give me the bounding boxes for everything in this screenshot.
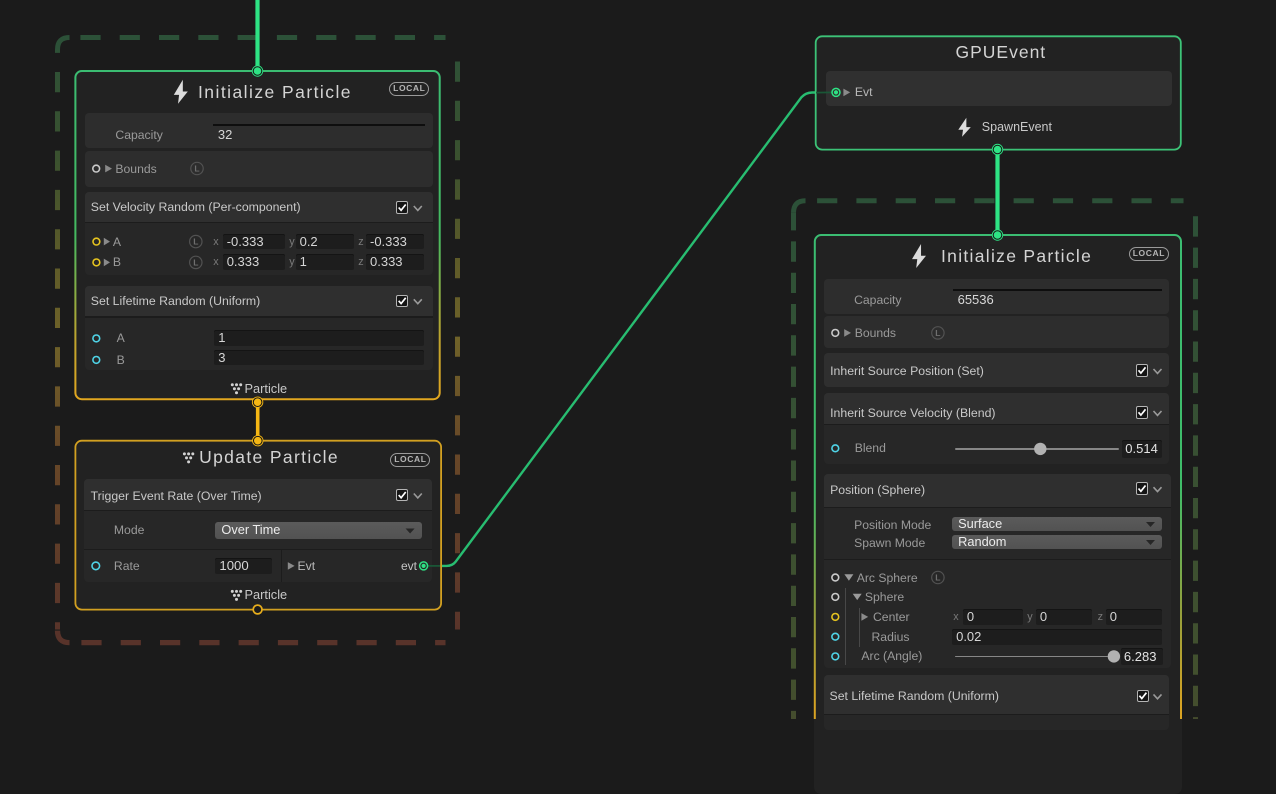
svg-text:L: L [194,164,199,174]
svg-text:L: L [193,237,198,247]
svg-text:L: L [935,573,940,583]
svg-text:L: L [193,257,198,267]
svg-text:L: L [935,328,940,338]
